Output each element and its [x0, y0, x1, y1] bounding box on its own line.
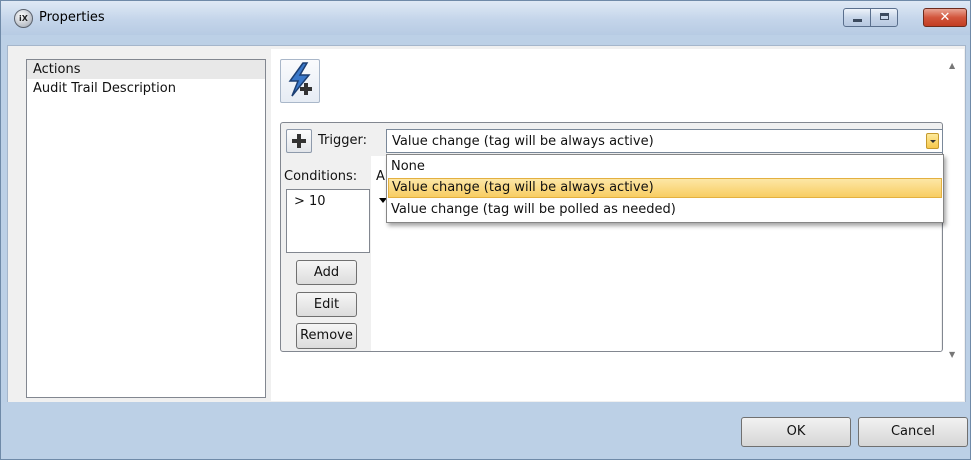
properties-window: iX Properties ✕ Actions Audit Trail Desc… — [0, 0, 971, 460]
actions-label-partial: A — [376, 169, 385, 184]
category-list[interactable]: Actions Audit Trail Description — [26, 59, 266, 398]
close-icon: ✕ — [939, 10, 951, 25]
edit-condition-button[interactable]: Edit — [296, 292, 357, 317]
trigger-selected-value: Value change (tag will be always active) — [392, 134, 654, 149]
maximize-button[interactable] — [870, 8, 898, 27]
trigger-combobox[interactable]: Value change (tag will be always active) — [386, 129, 943, 153]
category-item-audit-trail[interactable]: Audit Trail Description — [27, 79, 265, 98]
add-action-button[interactable] — [280, 59, 320, 103]
chevron-down-icon — [930, 140, 936, 143]
minimize-button[interactable] — [843, 8, 871, 27]
trigger-label: Trigger: — [318, 133, 367, 148]
add-trigger-button[interactable] — [286, 129, 312, 153]
add-action-lightning-icon — [288, 62, 312, 97]
close-button[interactable]: ✕ — [923, 8, 967, 27]
ok-button[interactable]: OK — [741, 417, 851, 447]
conditions-label: Conditions: — [284, 169, 358, 184]
dropdown-option-polled-as-needed[interactable]: Value change (tag will be polled as need… — [388, 200, 942, 220]
dropdown-option-none[interactable]: None — [388, 157, 942, 177]
plus-icon-vertical — [297, 134, 301, 148]
condition-item[interactable]: > 10 — [294, 194, 326, 209]
title-bar[interactable]: iX Properties ✕ — [1, 1, 970, 35]
scroll-down-arrow-icon[interactable]: ▼ — [949, 350, 955, 359]
cancel-button[interactable]: Cancel — [858, 417, 968, 447]
remove-condition-button[interactable]: Remove — [296, 323, 357, 349]
add-condition-button[interactable]: Add — [296, 260, 357, 285]
combobox-dropdown-button[interactable] — [926, 133, 939, 149]
dropdown-option-always-active[interactable]: Value change (tag will be always active) — [388, 178, 942, 198]
category-item-actions[interactable]: Actions — [27, 60, 265, 79]
trigger-dropdown-list[interactable]: None Value change (tag will be always ac… — [386, 154, 944, 223]
minimize-icon — [853, 19, 862, 22]
app-icon: iX — [14, 9, 33, 28]
window-title: Properties — [39, 10, 105, 25]
maximize-icon — [880, 13, 889, 20]
scroll-up-arrow-icon[interactable]: ▲ — [949, 61, 955, 70]
conditions-list[interactable]: > 10 — [286, 189, 370, 253]
